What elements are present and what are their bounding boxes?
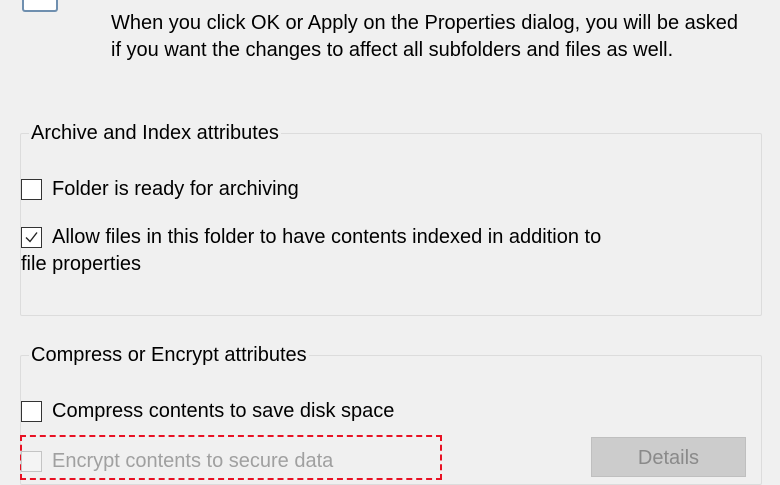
allow-indexing-label[interactable]: Allow files in this folder to have conte… [21, 224, 602, 278]
compress-group-title: Compress or Encrypt attributes [29, 342, 309, 368]
encrypt-checkbox[interactable] [21, 451, 42, 472]
allow-indexing-label-line1: Allow files in this folder to have conte… [52, 226, 602, 248]
allow-indexing-option[interactable]: Allow files in this folder to have conte… [21, 224, 601, 278]
archive-ready-label[interactable]: Folder is ready for archiving [52, 176, 299, 203]
allow-indexing-checkbox[interactable] [21, 227, 42, 248]
info-text: When you click OK or Apply on the Proper… [111, 12, 738, 61]
checkmark-icon [25, 232, 38, 243]
details-button[interactable]: Details [591, 437, 746, 477]
compress-label[interactable]: Compress contents to save disk space [52, 398, 394, 425]
properties-icon [22, 0, 58, 12]
archive-ready-checkbox[interactable] [21, 179, 42, 200]
compress-checkbox[interactable] [21, 401, 42, 422]
allow-indexing-label-line2: file properties [21, 253, 142, 275]
compress-option[interactable]: Compress contents to save disk space [21, 398, 394, 425]
encrypt-label[interactable]: Encrypt contents to secure data [52, 448, 333, 475]
archive-group-title: Archive and Index attributes [29, 120, 281, 146]
encrypt-option[interactable]: Encrypt contents to secure data [21, 448, 333, 475]
archive-ready-option[interactable]: Folder is ready for archiving [21, 176, 299, 203]
